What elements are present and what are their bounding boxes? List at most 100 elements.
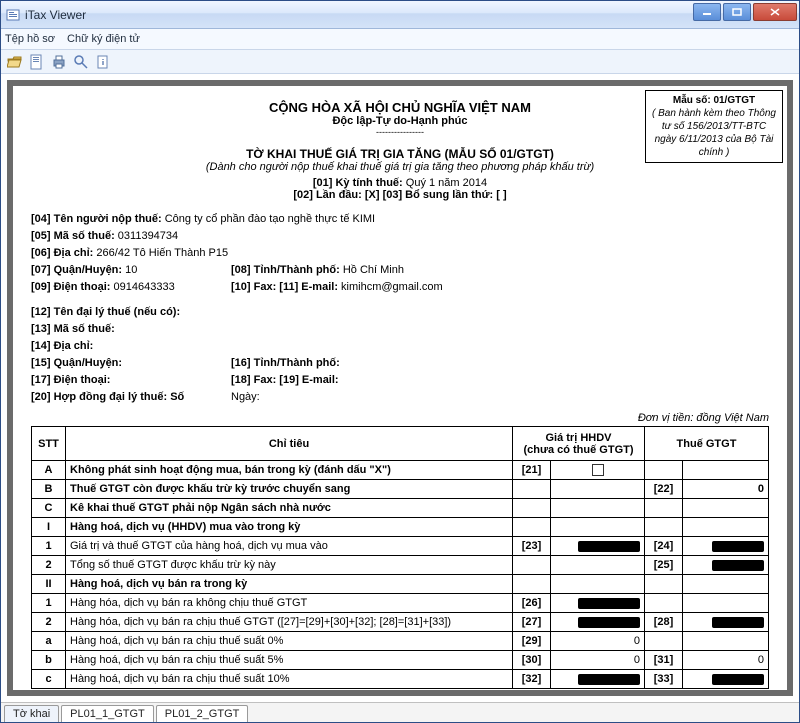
value-cell: 0	[683, 480, 769, 499]
label-cell: Giá trị và thuế GTGT của hàng hoá, dịch …	[66, 537, 513, 556]
code-cell	[513, 575, 551, 594]
open-icon[interactable]	[7, 54, 23, 70]
code-cell: [29]	[513, 632, 551, 651]
value-cell	[551, 594, 645, 613]
code-cell: [25]	[645, 556, 683, 575]
search-icon[interactable]	[73, 54, 89, 70]
value-cell	[551, 499, 645, 518]
table-row: 2Tổng số thuế GTGT được khấu trừ kỳ này […	[32, 556, 769, 575]
stt-cell: 2	[32, 613, 66, 632]
f07-value: 10	[122, 264, 137, 276]
f20-label: [20] Hợp đồng đại lý thuế: Số	[31, 391, 184, 403]
label-cell: Hàng hóa, dịch vụ bán ra không chịu thuế…	[66, 594, 513, 613]
redacted-value	[578, 598, 640, 609]
value-cell	[683, 537, 769, 556]
stt-cell: II	[32, 575, 66, 594]
form-number-prefix: Mẫu số:	[673, 95, 714, 106]
code-cell: [23]	[513, 537, 551, 556]
value-cell	[683, 613, 769, 632]
code-cell	[645, 594, 683, 613]
code-cell	[513, 556, 551, 575]
maximize-button[interactable]	[723, 3, 751, 21]
f05-label: [05] Mã số thuế:	[31, 230, 115, 242]
redacted-value	[578, 541, 640, 552]
code-cell: [31]	[645, 651, 683, 670]
app-icon	[5, 7, 21, 23]
table-row: cHàng hoá, dịch vụ bán ra chịu thuế suất…	[32, 670, 769, 689]
stt-cell: 2	[32, 556, 66, 575]
print-icon[interactable]	[51, 54, 67, 70]
f10-label: [10] Fax: [11] E-mail:	[231, 281, 338, 293]
code-cell: [26]	[513, 594, 551, 613]
table-row: BThuế GTGT còn được khấu trừ kỳ trước ch…	[32, 480, 769, 499]
save-icon[interactable]	[29, 54, 45, 70]
code-cell: [32]	[513, 670, 551, 689]
code-cell	[513, 499, 551, 518]
th-val1: Giá trị HHDV (chưa có thuế GTGT)	[513, 427, 645, 461]
tab-pl01-1[interactable]: PL01_1_GTGT	[61, 705, 154, 722]
label-cell: Hàng hoá, dịch vụ bán ra chịu thuế suất …	[66, 670, 513, 689]
code-cell: [22]	[645, 480, 683, 499]
stt-cell: A	[32, 461, 66, 480]
table-row: 2Hàng hóa, dịch vụ bán ra chịu thuế GTGT…	[32, 613, 769, 632]
label-cell: Hàng hóa, dịch vụ bán ra chịu thuế GTGT …	[66, 613, 513, 632]
value-cell	[551, 480, 645, 499]
stt-cell: 1	[32, 594, 66, 613]
stt-cell: 1	[32, 537, 66, 556]
value-cell	[683, 518, 769, 537]
f17-label: [17] Điện thoại:	[31, 374, 110, 386]
value-cell	[551, 461, 645, 480]
f13-label: [13] Mã số thuế:	[31, 323, 115, 335]
value-cell	[551, 613, 645, 632]
form-number-box: Mẫu số: 01/GTGT ( Ban hành kèm theo Thôn…	[645, 90, 783, 163]
form-number: 01/GTGT	[713, 95, 755, 106]
tab-pl01-2[interactable]: PL01_2_GTGT	[156, 705, 249, 722]
stt-cell: b	[32, 651, 66, 670]
value-cell	[683, 594, 769, 613]
stt-cell: C	[32, 499, 66, 518]
table-row: aHàng hoá, dịch vụ bán ra chịu thuế suất…	[32, 632, 769, 651]
redacted-value	[578, 674, 640, 685]
menu-sign[interactable]: Chữ ký điện tử	[67, 33, 140, 45]
form-issue-note: ( Ban hành kèm theo Thông tư số 156/2013…	[652, 108, 776, 158]
value-cell	[551, 518, 645, 537]
f15-label: [15] Quận/Huyện:	[31, 357, 122, 369]
f02-label: [02] Lần đầu: [X] [03] Bổ sung lần thứ: …	[293, 189, 506, 201]
f10-value: kimihcm@gmail.com	[338, 281, 443, 293]
f16-label: [16] Tỉnh/Thành phố:	[231, 357, 340, 369]
stt-cell: a	[32, 632, 66, 651]
f08-value: Hồ Chí Minh	[340, 264, 404, 276]
table-row: IIHàng hoá, dịch vụ bán ra trong kỳ	[32, 575, 769, 594]
table-row: CKê khai thuế GTGT phải nộp Ngân sách nh…	[32, 499, 769, 518]
minimize-button[interactable]	[693, 3, 721, 21]
f06-value: 266/42 Tô Hiến Thành P15	[93, 247, 228, 259]
code-cell	[513, 518, 551, 537]
stt-cell: B	[32, 480, 66, 499]
close-button[interactable]	[753, 3, 797, 21]
f18-label: [18] Fax: [19] E-mail:	[231, 374, 339, 386]
th-label: Chỉ tiêu	[66, 427, 513, 461]
info-icon[interactable]	[95, 54, 111, 70]
tax-table: STT Chỉ tiêu Giá trị HHDV (chưa có thuế …	[31, 426, 769, 689]
f20-date: Ngày:	[231, 391, 260, 403]
table-row: 1Hàng hóa, dịch vụ bán ra không chịu thu…	[32, 594, 769, 613]
document-page: Mẫu số: 01/GTGT ( Ban hành kèm theo Thôn…	[13, 86, 787, 690]
label-cell: Kê khai thuế GTGT phải nộp Ngân sách nhà…	[66, 499, 513, 518]
th-val2: Thuế GTGT	[645, 427, 769, 461]
workarea: Mẫu số: 01/GTGT ( Ban hành kèm theo Thôn…	[1, 74, 799, 702]
table-row: bHàng hoá, dịch vụ bán ra chịu thuế suất…	[32, 651, 769, 670]
label-cell: Hàng hoá, dịch vụ bán ra chịu thuế suất …	[66, 651, 513, 670]
f14-label: [14] Địa chỉ:	[31, 340, 93, 352]
code-cell	[645, 499, 683, 518]
redacted-value	[712, 674, 764, 685]
label-cell: Tổng số thuế GTGT được khấu trừ kỳ này	[66, 556, 513, 575]
redacted-value	[712, 541, 764, 552]
f07-label: [07] Quận/Huyện:	[31, 264, 122, 276]
label-cell: Hàng hoá, dịch vụ bán ra trong kỳ	[66, 575, 513, 594]
f01-value: Quý 1 năm 2014	[403, 177, 487, 189]
value-cell	[551, 670, 645, 689]
menu-file[interactable]: Tệp hồ sơ	[5, 33, 55, 45]
value-cell: 0	[551, 632, 645, 651]
code-cell: [27]	[513, 613, 551, 632]
tab-to-khai[interactable]: Tờ khai	[4, 705, 59, 722]
